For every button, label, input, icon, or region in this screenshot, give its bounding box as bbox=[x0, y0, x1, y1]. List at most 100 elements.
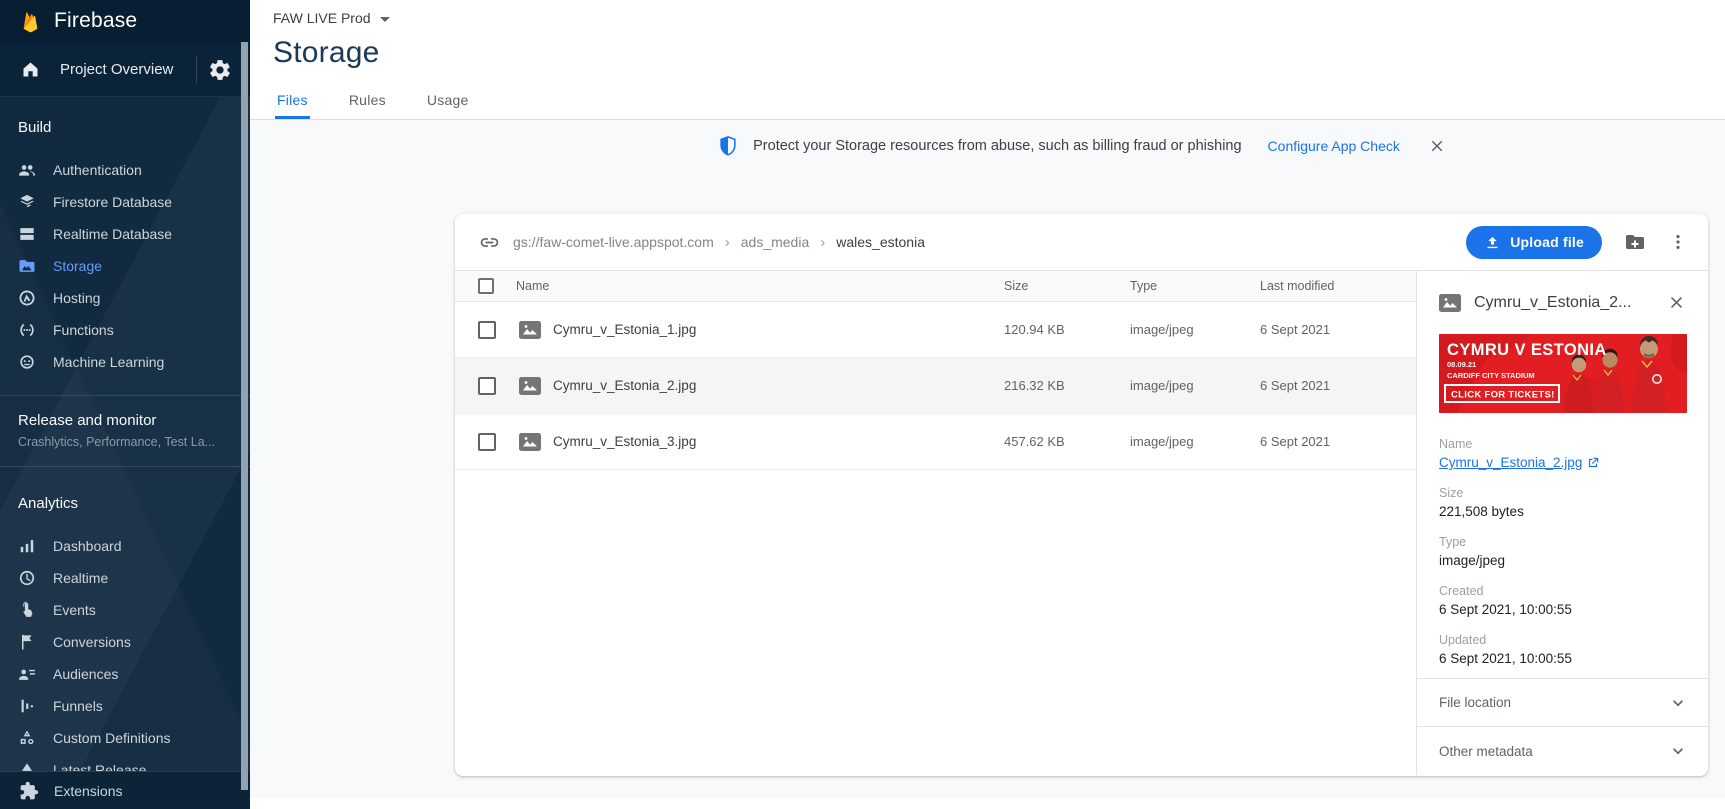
tab-rules[interactable]: Rules bbox=[347, 86, 388, 119]
sidebar-item-label: Functions bbox=[53, 322, 114, 338]
row-checkbox[interactable] bbox=[478, 321, 496, 339]
row-checkbox[interactable] bbox=[478, 377, 496, 395]
sidebar-item-custom-definitions[interactable]: Custom Definitions bbox=[0, 722, 250, 754]
preview-cta: CLICK FOR TICKETS! bbox=[1451, 390, 1555, 401]
section-release-subtitle: Crashlytics, Performance, Test La... bbox=[0, 435, 250, 449]
sidebar-item-firestore-database[interactable]: Firestore Database bbox=[0, 186, 250, 218]
field-label: Created bbox=[1439, 583, 1686, 600]
sidebar-item-storage[interactable]: Storage bbox=[0, 250, 250, 282]
app-check-shield-icon bbox=[717, 135, 739, 157]
configure-app-check-link[interactable]: Configure App Check bbox=[1268, 138, 1400, 154]
sidebar-item-project-overview[interactable]: Project Overview bbox=[0, 42, 250, 97]
home-icon bbox=[20, 59, 41, 80]
section-analytics-label: Analytics bbox=[0, 495, 250, 512]
file-name: Cymru_v_Estonia_2.jpg bbox=[553, 378, 696, 393]
sidebar-scrollbar[interactable] bbox=[241, 42, 248, 790]
sidebar-item-label: Custom Definitions bbox=[53, 730, 171, 746]
sidebar-item-realtime[interactable]: Realtime bbox=[0, 562, 250, 594]
firebase-brand[interactable]: Firebase bbox=[0, 0, 250, 42]
file-modified: 6 Sept 2021 bbox=[1260, 434, 1416, 449]
sidebar-item-conversions[interactable]: Conversions bbox=[0, 626, 250, 658]
tab-files[interactable]: Files bbox=[275, 86, 310, 119]
section-build-label: Build bbox=[0, 119, 250, 136]
file-type: image/jpeg bbox=[1130, 434, 1260, 449]
page-title: Storage bbox=[250, 36, 1725, 70]
table-row[interactable]: Cymru_v_Estonia_1.jpg 120.94 KB image/jp… bbox=[455, 302, 1416, 358]
storage-icon bbox=[17, 256, 37, 276]
column-header-name[interactable]: Name bbox=[516, 279, 1004, 293]
storage-browser-card: gs://faw-comet-live.appspot.com › ads_me… bbox=[455, 214, 1708, 776]
preview-venue: CARDIFF CITY STADIUM bbox=[1447, 371, 1535, 380]
sidebar-item-latest-release[interactable]: Latest Release bbox=[0, 754, 250, 771]
gear-icon[interactable] bbox=[208, 58, 232, 82]
sidebar-item-realtime-database[interactable]: Realtime Database bbox=[0, 218, 250, 250]
more-vert-icon[interactable] bbox=[1668, 230, 1688, 254]
file-type: image/jpeg bbox=[1130, 378, 1260, 393]
file-details-panel: Cymru_v_Estonia_2... bbox=[1416, 271, 1708, 775]
table-row[interactable]: Cymru_v_Estonia_3.jpg 457.62 KB image/jp… bbox=[455, 414, 1416, 470]
field-name: Name Cymru_v_Estonia_2.jpg bbox=[1439, 436, 1686, 472]
field-type: Type image/jpeg bbox=[1439, 534, 1686, 570]
brand-name: Firebase bbox=[54, 9, 137, 33]
breadcrumb-current: wales_estonia bbox=[836, 234, 925, 250]
project-selector[interactable]: FAW LIVE Prod bbox=[250, 0, 390, 26]
file-name-link[interactable]: Cymru_v_Estonia_2.jpg bbox=[1439, 453, 1582, 472]
column-header-modified[interactable]: Last modified bbox=[1260, 279, 1416, 293]
extensions-label: Extensions bbox=[54, 783, 122, 799]
link-icon bbox=[479, 232, 500, 253]
chevron-down-icon bbox=[380, 17, 390, 22]
accordion-other-metadata[interactable]: Other metadata bbox=[1417, 726, 1708, 775]
tab-usage[interactable]: Usage bbox=[425, 86, 471, 119]
project-overview-label: Project Overview bbox=[60, 61, 173, 78]
row-checkbox[interactable] bbox=[478, 433, 496, 451]
file-table: Name Size Type Last modified Cymru_v_Est… bbox=[455, 271, 1416, 775]
sidebar-item-label: Hosting bbox=[53, 290, 100, 306]
sidebar-item-label: Realtime Database bbox=[53, 226, 172, 242]
main-area: FAW LIVE Prod Storage Files Rules Usage … bbox=[250, 0, 1725, 809]
firestore-icon bbox=[17, 192, 37, 212]
banner-close-icon[interactable] bbox=[1428, 137, 1446, 155]
close-icon[interactable] bbox=[1667, 293, 1686, 312]
sidebar-item-funnels[interactable]: Funnels bbox=[0, 690, 250, 722]
sidebar-item-dashboard[interactable]: Dashboard bbox=[0, 530, 250, 562]
project-selector-label: FAW LIVE Prod bbox=[273, 10, 371, 26]
upload-file-button[interactable]: Upload file bbox=[1466, 226, 1602, 259]
sidebar-item-label: Events bbox=[53, 602, 96, 618]
sidebar-item-label: Dashboard bbox=[53, 538, 122, 554]
sidebar-item-label: Audiences bbox=[53, 666, 118, 682]
accordion-label: Other metadata bbox=[1439, 744, 1533, 759]
latest-release-icon bbox=[17, 760, 37, 771]
sidebar-item-hosting[interactable]: Hosting bbox=[0, 282, 250, 314]
upload-icon bbox=[1484, 234, 1501, 251]
breadcrumb-folder[interactable]: ads_media bbox=[741, 234, 810, 250]
field-label: Size bbox=[1439, 485, 1686, 502]
sidebar-item-label: Latest Release bbox=[53, 762, 146, 771]
sidebar-item-extensions[interactable]: Extensions bbox=[0, 771, 250, 809]
tap-icon bbox=[17, 600, 37, 620]
field-value: 6 Sept 2021, 10:00:55 bbox=[1439, 600, 1686, 619]
sidebar-item-audiences[interactable]: Audiences bbox=[0, 658, 250, 690]
sidebar-item-machine-learning[interactable]: Machine Learning bbox=[0, 346, 250, 378]
browser-body: Name Size Type Last modified Cymru_v_Est… bbox=[455, 271, 1708, 775]
details-accordions: File location Other metadata bbox=[1417, 678, 1708, 775]
flag-icon bbox=[17, 632, 37, 652]
breadcrumb-bucket[interactable]: gs://faw-comet-live.appspot.com bbox=[513, 234, 714, 250]
chevron-right-icon: › bbox=[725, 234, 730, 251]
image-file-icon bbox=[519, 321, 541, 339]
file-preview-image[interactable]: CYMRU V ESTONIA 08.09.21 CARDIFF CITY ST… bbox=[1439, 334, 1687, 413]
file-name: Cymru_v_Estonia_1.jpg bbox=[553, 322, 696, 337]
section-release-label[interactable]: Release and monitor bbox=[0, 412, 250, 429]
divider bbox=[0, 466, 250, 467]
column-header-size[interactable]: Size bbox=[1004, 279, 1130, 293]
create-folder-icon[interactable] bbox=[1623, 230, 1647, 254]
column-header-type[interactable]: Type bbox=[1130, 279, 1260, 293]
open-in-new-icon[interactable] bbox=[1586, 456, 1600, 470]
sidebar-item-events[interactable]: Events bbox=[0, 594, 250, 626]
accordion-file-location[interactable]: File location bbox=[1417, 678, 1708, 726]
table-row-selected[interactable]: Cymru_v_Estonia_2.jpg 216.32 KB image/jp… bbox=[455, 358, 1416, 414]
sidebar-item-functions[interactable]: Functions bbox=[0, 314, 250, 346]
select-all-checkbox[interactable] bbox=[478, 278, 494, 294]
sidebar-item-authentication[interactable]: Authentication bbox=[0, 154, 250, 186]
details-fields: Name Cymru_v_Estonia_2.jpg Size 221,508 … bbox=[1439, 436, 1686, 668]
divider bbox=[196, 56, 197, 83]
